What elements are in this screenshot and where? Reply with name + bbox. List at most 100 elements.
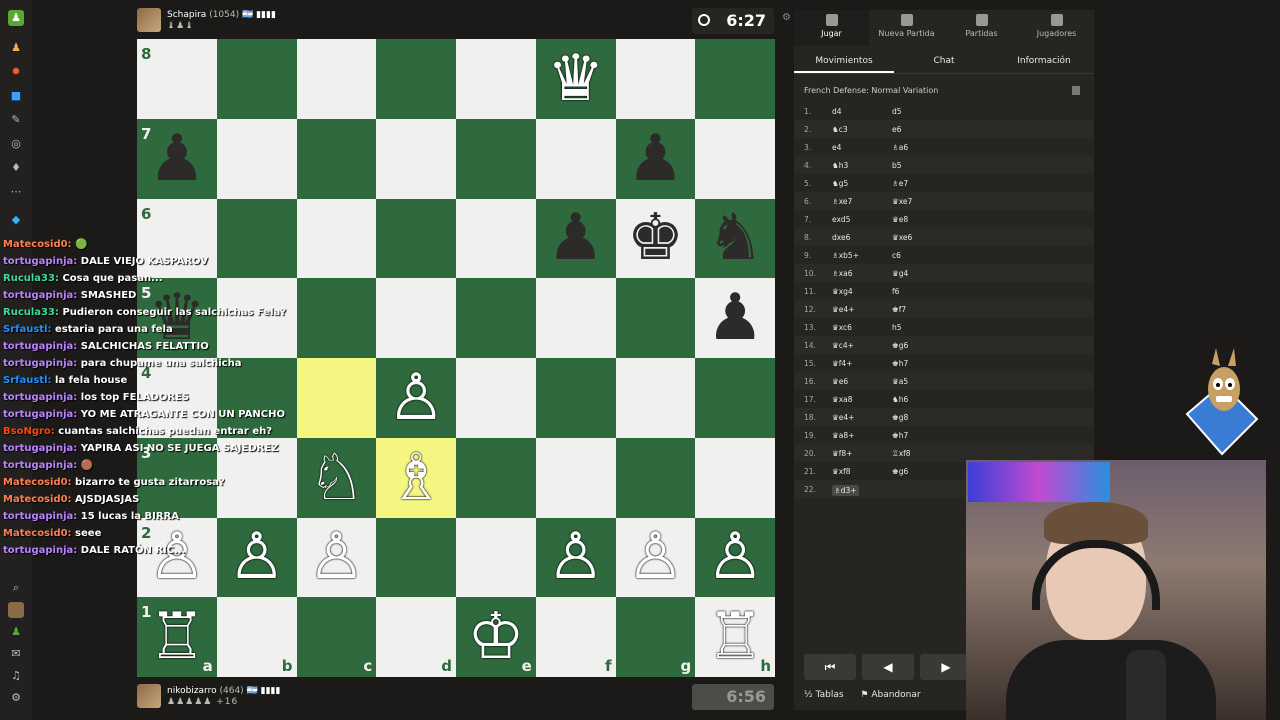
square-f1[interactable]: f bbox=[535, 597, 616, 677]
square-g5[interactable] bbox=[615, 278, 696, 358]
black-move[interactable]: ♚g6 bbox=[892, 341, 908, 350]
square-d7[interactable] bbox=[376, 118, 456, 199]
piece-f8[interactable]: ♛ bbox=[536, 39, 616, 119]
chat-username[interactable]: BsoNgro: bbox=[3, 426, 55, 437]
black-move[interactable]: ♛a5 bbox=[892, 377, 908, 386]
black-move[interactable]: ♖xf8 bbox=[892, 449, 911, 458]
tab-moves[interactable]: Movimientos bbox=[794, 50, 894, 73]
white-move[interactable]: ♞g5 bbox=[832, 179, 848, 188]
square-g7[interactable]: ♟ bbox=[615, 118, 696, 199]
black-move[interactable]: c6 bbox=[892, 251, 901, 260]
square-g8[interactable] bbox=[615, 39, 696, 119]
square-d6[interactable] bbox=[376, 198, 456, 279]
square-h8[interactable] bbox=[695, 39, 775, 119]
square-g1[interactable]: g bbox=[615, 597, 696, 677]
square-d8[interactable] bbox=[376, 39, 456, 119]
square-e3[interactable] bbox=[456, 437, 536, 518]
chat-username[interactable]: Rucula33: bbox=[3, 273, 59, 284]
square-f5[interactable] bbox=[535, 278, 616, 358]
piece-g2[interactable]: ♙ bbox=[616, 518, 696, 598]
white-move[interactable]: ♛c4+ bbox=[832, 341, 854, 350]
square-c1[interactable]: c bbox=[296, 597, 377, 677]
piece-d4[interactable]: ♙ bbox=[376, 358, 456, 438]
chat-username[interactable]: Matecosid0: bbox=[3, 477, 72, 488]
chat-username[interactable]: Matecosid0: bbox=[3, 494, 72, 505]
piece-a7[interactable]: ♟ bbox=[137, 119, 217, 199]
square-e6[interactable] bbox=[456, 198, 536, 279]
square-e8[interactable] bbox=[456, 39, 536, 119]
logo-icon[interactable]: ♟ bbox=[8, 10, 24, 26]
black-move[interactable]: ♚f7 bbox=[892, 305, 906, 314]
black-move[interactable]: ♛xe6 bbox=[892, 233, 912, 242]
top-player-name[interactable]: Schapira bbox=[167, 10, 206, 20]
piece-c3[interactable]: ♘ bbox=[297, 438, 377, 518]
square-f4[interactable] bbox=[535, 358, 616, 438]
square-f7[interactable] bbox=[535, 118, 616, 199]
tab-info[interactable]: Información bbox=[994, 50, 1094, 73]
square-d5[interactable] bbox=[376, 278, 456, 358]
piece-g7[interactable]: ♟ bbox=[616, 119, 696, 199]
square-c3[interactable]: ♘ bbox=[296, 437, 377, 518]
black-move[interactable]: ♗a6 bbox=[892, 143, 908, 152]
community-icon[interactable]: ♦ bbox=[8, 160, 24, 176]
square-e5[interactable] bbox=[456, 278, 536, 358]
nav-games[interactable]: Partidas bbox=[944, 10, 1019, 46]
top-player-avatar[interactable] bbox=[137, 8, 161, 32]
draw-button[interactable]: ½ Tablas bbox=[804, 690, 844, 700]
square-d2[interactable] bbox=[376, 517, 456, 598]
black-move[interactable]: b5 bbox=[892, 161, 902, 170]
white-move[interactable]: ♛xg4 bbox=[832, 287, 853, 296]
white-move[interactable]: ♛e4+ bbox=[832, 305, 854, 314]
piece-c2[interactable]: ♙ bbox=[297, 518, 377, 598]
black-move[interactable]: ♚h7 bbox=[892, 359, 908, 368]
square-c4[interactable] bbox=[296, 358, 377, 438]
piece-a1[interactable]: ♖ bbox=[137, 597, 217, 677]
black-move[interactable]: ♗e7 bbox=[892, 179, 908, 188]
black-move[interactable]: h5 bbox=[892, 323, 902, 332]
white-move[interactable]: ♛xa8 bbox=[832, 395, 853, 404]
piece-f2[interactable]: ♙ bbox=[536, 518, 616, 598]
black-move[interactable]: f6 bbox=[892, 287, 899, 296]
square-c7[interactable] bbox=[296, 118, 377, 199]
bottom-player-avatar[interactable] bbox=[137, 684, 161, 708]
square-d1[interactable]: d bbox=[376, 597, 456, 677]
white-move[interactable]: ♗xa6 bbox=[832, 269, 853, 278]
chat-username[interactable]: tortugapinja: bbox=[3, 392, 77, 403]
white-move[interactable]: ♗xe7 bbox=[832, 197, 852, 206]
chat-username[interactable]: tortugapinja: bbox=[3, 545, 77, 556]
nav-players[interactable]: Jugadores bbox=[1019, 10, 1094, 46]
puzzle-icon[interactable]: ♟ bbox=[8, 40, 24, 56]
piece-h2[interactable]: ♙ bbox=[695, 518, 775, 598]
square-g3[interactable] bbox=[615, 437, 696, 518]
board-settings-icon[interactable]: ⚙ bbox=[782, 12, 791, 23]
square-c8[interactable] bbox=[296, 39, 377, 119]
more-icon[interactable]: ⋯ bbox=[8, 184, 24, 200]
white-move[interactable]: ♛xf8 bbox=[832, 467, 851, 476]
tab-chat[interactable]: Chat bbox=[894, 50, 994, 73]
white-move[interactable]: ♛f4+ bbox=[832, 359, 852, 368]
square-h6[interactable]: ♞ bbox=[695, 198, 775, 279]
white-move[interactable]: ♛xc6 bbox=[832, 323, 852, 332]
square-c2[interactable]: ♙ bbox=[296, 517, 377, 598]
black-move[interactable]: ♛e8 bbox=[892, 215, 908, 224]
prev-move-button[interactable]: ◀ bbox=[862, 654, 914, 680]
square-a7[interactable]: 7 ♟ bbox=[137, 118, 217, 199]
square-f3[interactable] bbox=[535, 437, 616, 518]
watch-icon[interactable]: ✎ bbox=[8, 112, 24, 128]
chat-username[interactable]: Matecosid0: bbox=[3, 239, 72, 250]
piece-f6[interactable]: ♟ bbox=[536, 199, 616, 279]
messages-icon[interactable]: ✉ bbox=[8, 646, 24, 662]
square-e2[interactable] bbox=[456, 517, 536, 598]
chat-username[interactable]: tortugapinja: bbox=[3, 358, 77, 369]
white-move[interactable]: exd5 bbox=[832, 215, 850, 224]
white-move[interactable]: d4 bbox=[832, 107, 842, 116]
square-d4[interactable]: ♙ bbox=[376, 358, 456, 438]
white-move[interactable]: ♛a8+ bbox=[832, 431, 854, 440]
square-h7[interactable] bbox=[695, 118, 775, 199]
square-h4[interactable] bbox=[695, 358, 775, 438]
chat-username[interactable]: Srfaustl: bbox=[3, 324, 52, 335]
piece-h5[interactable]: ♟ bbox=[695, 278, 775, 358]
white-move[interactable]: e4 bbox=[832, 143, 841, 152]
square-h2[interactable]: ♙ bbox=[695, 517, 775, 598]
black-move[interactable]: ♛g4 bbox=[892, 269, 908, 278]
